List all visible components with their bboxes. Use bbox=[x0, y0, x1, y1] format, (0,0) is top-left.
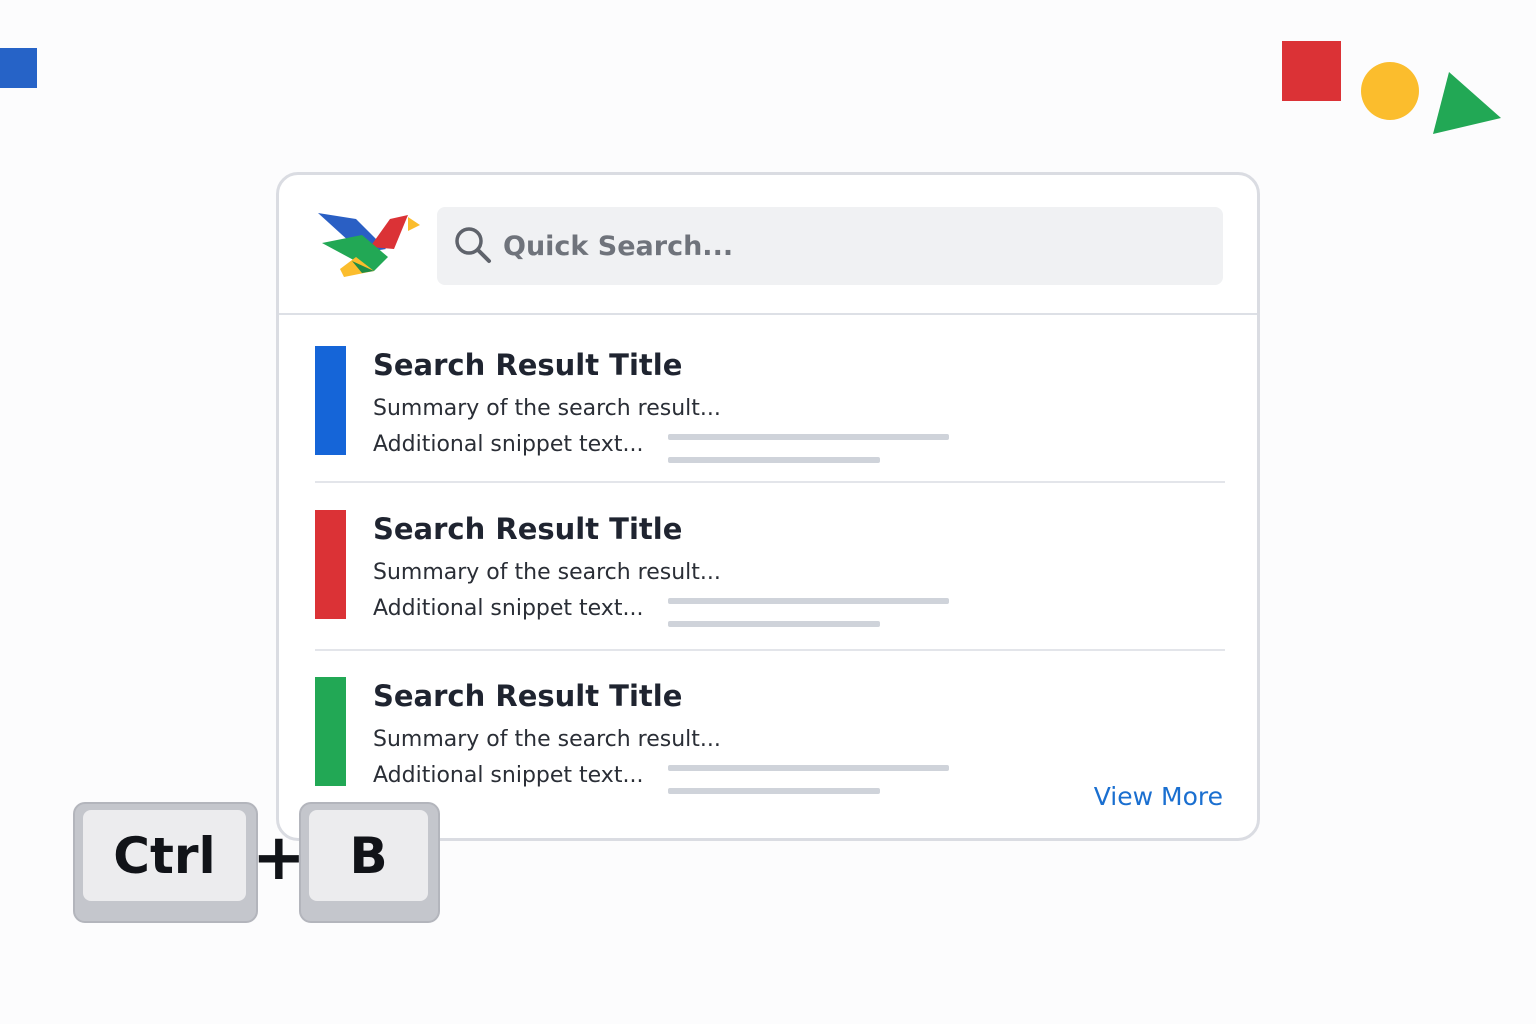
placeholder-line bbox=[668, 457, 880, 463]
search-result-item[interactable]: Search Result Title Summary of the searc… bbox=[315, 677, 1225, 838]
decorative-yellow-circle bbox=[1361, 62, 1419, 120]
result-accent-bar bbox=[315, 510, 346, 619]
placeholder-line bbox=[668, 788, 880, 794]
result-snippet: Additional snippet text... bbox=[373, 763, 644, 788]
search-input[interactable] bbox=[503, 207, 1203, 285]
b-key: B bbox=[299, 802, 440, 923]
view-more-link[interactable]: View More bbox=[1079, 782, 1223, 811]
quick-search-panel: Search Result Title Summary of the searc… bbox=[276, 172, 1260, 841]
panel-header bbox=[279, 175, 1257, 315]
placeholder-line bbox=[668, 621, 880, 627]
placeholder-line bbox=[668, 434, 949, 440]
placeholder-line bbox=[668, 765, 949, 771]
ctrl-key: Ctrl bbox=[73, 802, 258, 923]
search-box[interactable] bbox=[437, 207, 1223, 285]
result-snippet: Additional snippet text... bbox=[373, 432, 644, 457]
result-accent-bar bbox=[315, 346, 346, 455]
result-divider bbox=[315, 481, 1225, 483]
bird-logo-icon bbox=[318, 213, 420, 277]
result-title[interactable]: Search Result Title bbox=[373, 677, 682, 715]
placeholder-line bbox=[668, 598, 949, 604]
search-result-item[interactable]: Search Result Title Summary of the searc… bbox=[315, 346, 1225, 512]
ctrl-key-label: Ctrl bbox=[83, 810, 246, 901]
result-divider bbox=[315, 649, 1225, 651]
result-title[interactable]: Search Result Title bbox=[373, 346, 682, 384]
search-icon bbox=[455, 227, 491, 263]
result-title[interactable]: Search Result Title bbox=[373, 510, 682, 548]
decorative-red-square bbox=[1282, 41, 1341, 101]
shortcut-plus: + bbox=[252, 821, 306, 895]
result-summary: Summary of the search result... bbox=[373, 727, 721, 752]
result-summary: Summary of the search result... bbox=[373, 560, 721, 585]
search-result-item[interactable]: Search Result Title Summary of the searc… bbox=[315, 510, 1225, 676]
result-accent-bar bbox=[315, 677, 346, 786]
b-key-label: B bbox=[309, 810, 428, 901]
stage: Search Result Title Summary of the searc… bbox=[0, 0, 1536, 1024]
decorative-blue-square bbox=[0, 48, 37, 88]
decorative-green-triangle bbox=[1433, 72, 1501, 134]
result-summary: Summary of the search result... bbox=[373, 396, 721, 421]
result-snippet: Additional snippet text... bbox=[373, 596, 644, 621]
